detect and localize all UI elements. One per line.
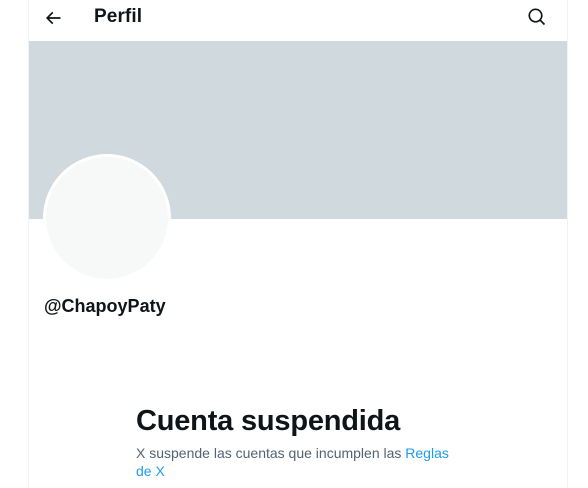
avatar[interactable] bbox=[43, 154, 171, 282]
arrow-left-icon bbox=[45, 11, 61, 25]
suspended-title: Cuenta suspendida bbox=[136, 405, 401, 437]
suspended-description: X suspende las cuentas que incumplen las… bbox=[136, 444, 456, 480]
search-icon bbox=[528, 8, 546, 26]
profile-handle: @ChapoyPaty bbox=[44, 296, 166, 316]
page-title: Perfil bbox=[94, 6, 143, 27]
search-button[interactable] bbox=[525, 5, 549, 29]
suspended-description-text: X suspende las cuentas que incumplen las bbox=[136, 445, 406, 461]
back-button[interactable] bbox=[39, 4, 67, 32]
suspended-notice: Cuenta suspendida X suspende las cuentas… bbox=[136, 403, 456, 480]
top-bar: Perfil bbox=[29, 0, 567, 41]
profile-column: Perfil @ChapoyPaty Cuenta suspendida X s… bbox=[28, 0, 568, 488]
